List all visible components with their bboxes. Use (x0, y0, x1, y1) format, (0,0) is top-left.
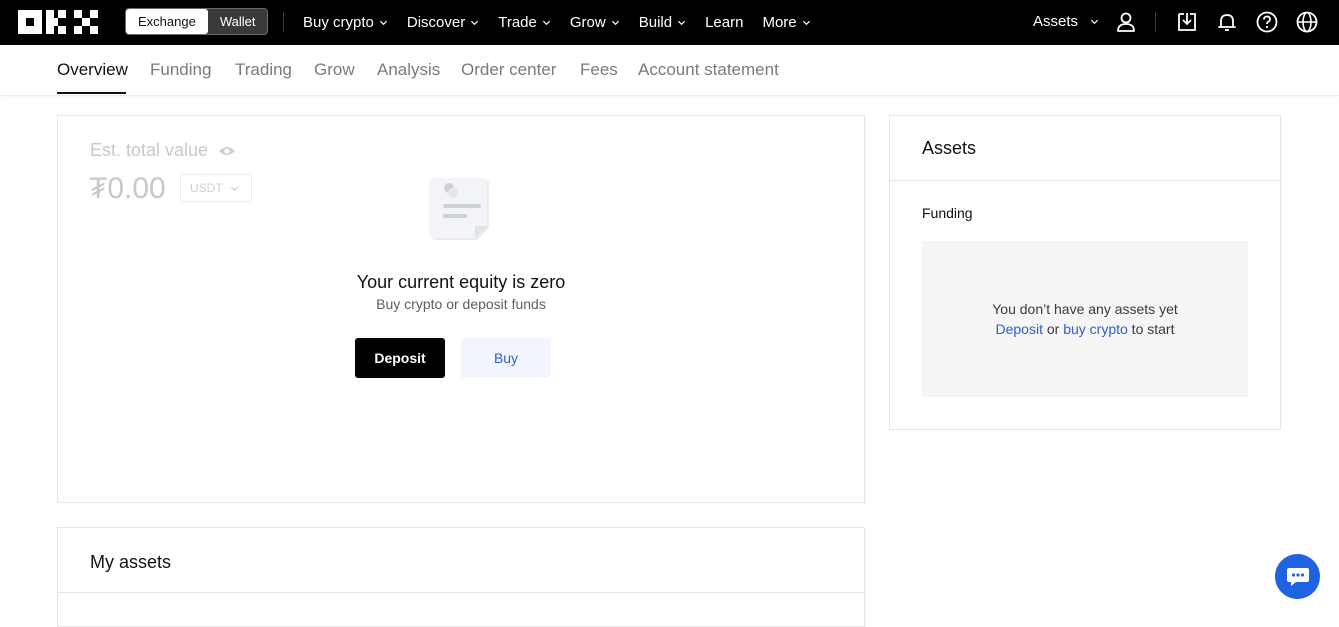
no-assets-message: You don’t have any assets yet (992, 301, 1178, 317)
my-assets-divider (58, 592, 864, 593)
funding-empty-state: You don’t have any assets yet Deposit or… (922, 241, 1248, 397)
nav-more[interactable]: More (762, 14, 810, 31)
user-icon[interactable] (1114, 10, 1138, 34)
empty-equity-subtitle: Buy crypto or deposit funds (376, 296, 546, 312)
my-assets-title: My assets (90, 552, 172, 572)
tools-divider (1155, 12, 1156, 32)
nav-discover[interactable]: Discover (407, 14, 479, 31)
tab-trading[interactable]: Trading (235, 60, 292, 80)
currency-select[interactable]: USDT (180, 174, 252, 202)
buy-crypto-link[interactable]: buy crypto (1063, 321, 1128, 337)
active-tab-indicator (57, 92, 126, 94)
nav-label: Trade (498, 14, 537, 31)
nav-trade[interactable]: Trade (498, 14, 551, 31)
empty-equity-title: Your current equity is zero (356, 272, 566, 292)
deposit-link[interactable]: Deposit (996, 321, 1043, 337)
okx-logo-icon[interactable] (18, 10, 98, 34)
no-assets-cta: Deposit or buy crypto to start (922, 321, 1248, 337)
top-nav-bar: Exchange Wallet Buy crypto Discover Trad… (0, 0, 1339, 45)
chevron-down-icon (678, 20, 686, 26)
chevron-down-icon (230, 186, 239, 192)
chevron-down-icon (802, 20, 810, 26)
globe-icon[interactable] (1295, 10, 1319, 34)
tab-funding[interactable]: Funding (150, 60, 211, 80)
eye-icon[interactable] (218, 144, 236, 158)
nav-divider (283, 12, 284, 32)
assets-card: Assets Funding You don’t have any assets… (889, 115, 1281, 430)
nav-build[interactable]: Build (639, 14, 686, 31)
funding-section-label: Funding (922, 205, 973, 221)
chevron-down-icon (1090, 19, 1099, 25)
est-total-value-label: Est. total value (90, 140, 236, 161)
nav-label: Build (638, 14, 673, 31)
tab-fees[interactable]: Fees (580, 60, 618, 80)
est-total-value: ₮0.00 (89, 172, 166, 205)
chevron-down-icon (471, 20, 479, 26)
nav-buy-crypto[interactable]: Buy crypto (303, 14, 388, 31)
nav-learn[interactable]: Learn (705, 14, 743, 31)
deposit-button[interactable]: Deposit (355, 338, 445, 378)
assets-menu[interactable]: Assets (1033, 13, 1099, 30)
to-start-text: to start (1127, 321, 1175, 337)
nav-label: Buy crypto (303, 14, 374, 31)
account-tabs: Overview Funding Trading Grow Analysis O… (0, 45, 1339, 96)
nav-label: Learn (705, 14, 744, 31)
tab-analysis[interactable]: Analysis (377, 60, 440, 80)
wallet-toggle[interactable]: Wallet (208, 9, 268, 34)
tab-order-center[interactable]: Order center (461, 60, 556, 80)
nav-label: More (762, 14, 797, 31)
chevron-down-icon (611, 20, 619, 26)
chat-bubble-icon (1286, 567, 1309, 586)
est-total-value-text: Est. total value (90, 140, 209, 160)
main-nav: Buy crypto Discover Trade Grow Build Lea… (303, 0, 830, 45)
overview-card: Est. total value ₮0.00 USDT Your current… (57, 115, 865, 503)
currency-select-value: USDT (190, 181, 223, 195)
nav-grow[interactable]: Grow (570, 14, 620, 31)
chevron-down-icon (542, 20, 550, 26)
bell-icon[interactable] (1215, 10, 1239, 34)
download-icon[interactable] (1175, 10, 1199, 34)
chevron-down-icon (379, 20, 387, 26)
assets-card-title: Assets (922, 138, 977, 158)
empty-document-icon (427, 176, 493, 247)
tab-account-statement[interactable]: Account statement (638, 60, 779, 80)
exchange-wallet-switch: Exchange Wallet (125, 8, 269, 35)
assets-menu-label: Assets (1033, 13, 1079, 30)
exchange-toggle[interactable]: Exchange (126, 9, 208, 34)
or-text: or (1042, 321, 1064, 337)
help-icon[interactable] (1255, 10, 1279, 34)
support-chat-button[interactable] (1275, 554, 1320, 599)
nav-label: Discover (406, 14, 466, 31)
buy-button[interactable]: Buy (461, 338, 551, 378)
tab-overview[interactable]: Overview (57, 60, 128, 80)
nav-label: Grow (569, 14, 606, 31)
tab-grow[interactable]: Grow (314, 60, 355, 80)
my-assets-card: My assets (57, 527, 865, 627)
assets-card-header: Assets (890, 116, 1280, 181)
